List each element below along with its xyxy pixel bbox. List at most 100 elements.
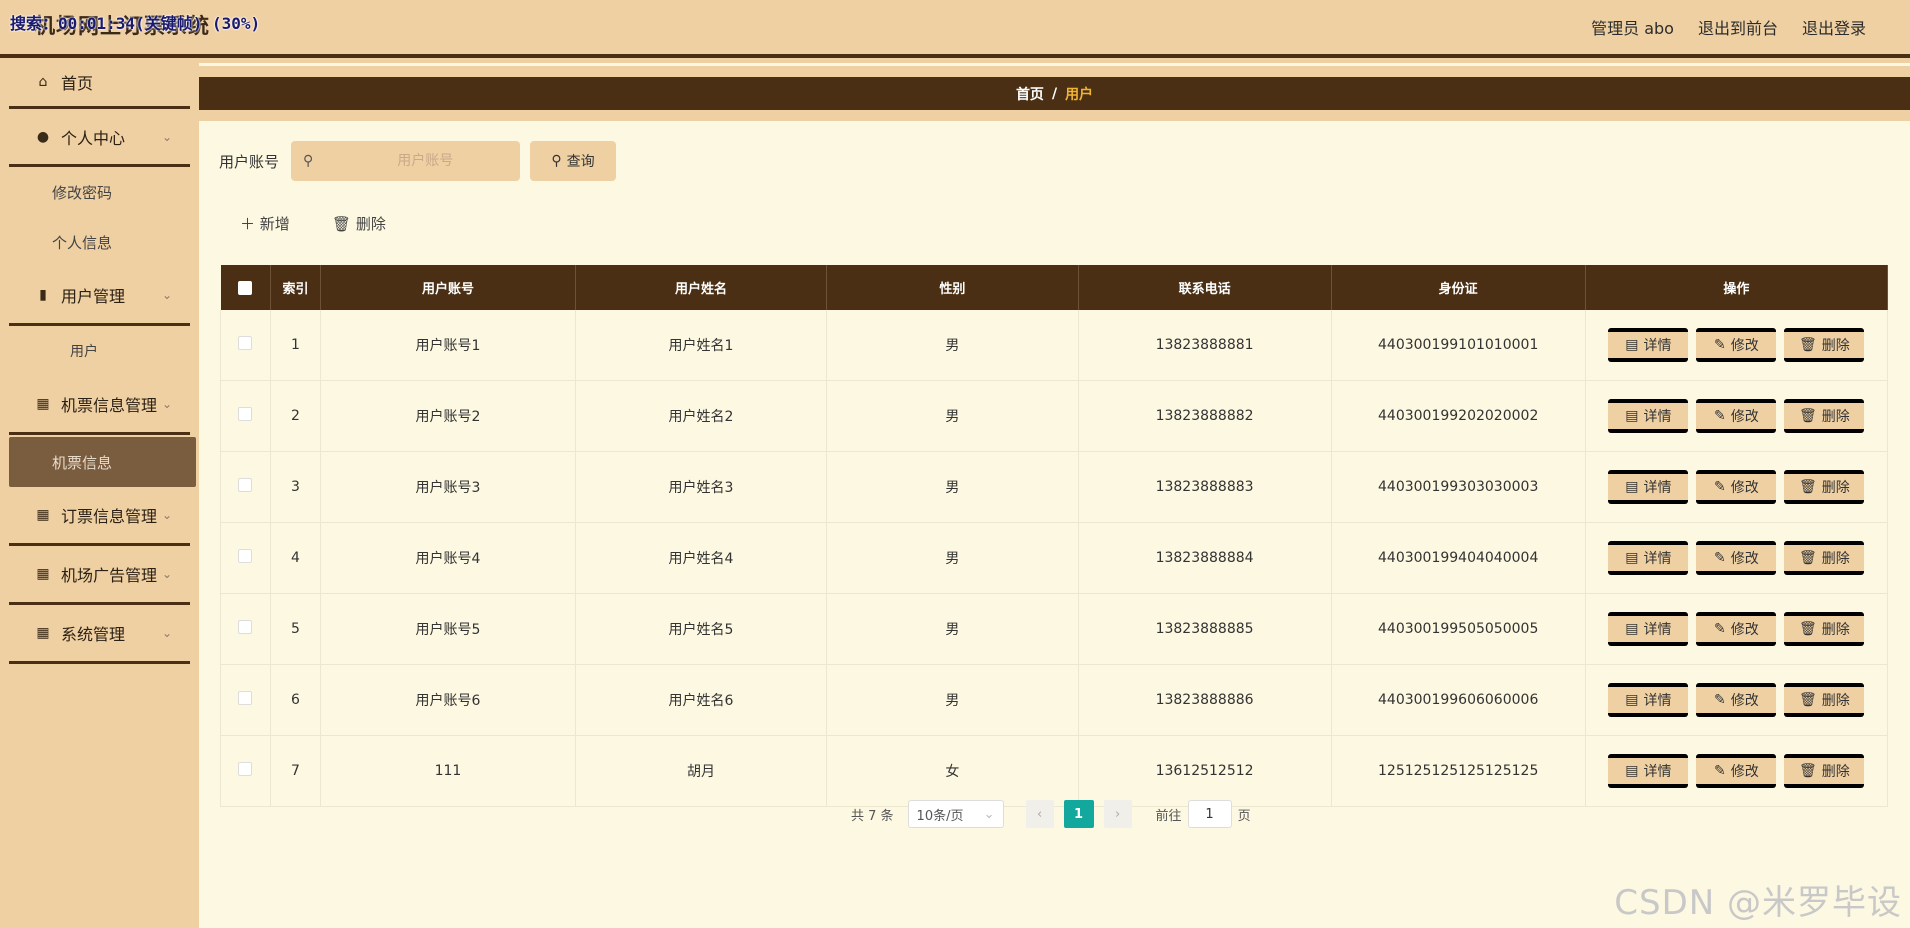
pencil-icon: ✎ <box>1714 550 1726 566</box>
detail-button[interactable]: ▤ 详情 <box>1608 683 1689 717</box>
header-name: 用户姓名 <box>575 265 828 310</box>
document-icon: ▤ <box>1625 763 1639 779</box>
cell-id-card: 440300199202020002 <box>1331 380 1586 452</box>
cell-phone: 13823888886 <box>1078 664 1332 736</box>
edit-button[interactable]: ✎ 修改 <box>1696 470 1777 504</box>
breadcrumb-home[interactable]: 首页 <box>1016 84 1044 104</box>
prev-page-button[interactable]: ‹ <box>1025 800 1054 828</box>
row-delete-button[interactable]: 🗑 删除 <box>1784 612 1865 646</box>
cell-id-card: 125125125125125125 <box>1331 735 1586 807</box>
row-select-cell[interactable] <box>220 593 271 665</box>
detail-button[interactable]: ▤ 详情 <box>1608 470 1689 504</box>
row-select-cell[interactable] <box>220 735 271 807</box>
edit-button[interactable]: ✎ 修改 <box>1696 541 1777 575</box>
detail-button[interactable]: ▤ 详情 <box>1608 328 1689 362</box>
query-button[interactable]: ⚲ 查询 <box>530 141 616 181</box>
delete-button-label: 删除 <box>1821 622 1850 638</box>
row-checkbox[interactable] <box>238 549 253 563</box>
sidebar-item-label: 首页 <box>61 74 94 93</box>
exit-to-front-link[interactable]: 退出到前台 <box>1698 15 1778 39</box>
cell-phone: 13823888881 <box>1078 310 1332 381</box>
add-button[interactable]: ＋ 新增 <box>240 213 290 234</box>
sidebar-item-personal[interactable]: ● 个人中心 ⌄ <box>9 106 190 167</box>
row-checkbox[interactable] <box>238 478 253 492</box>
page-size-select[interactable]: 10条/页 ⌄ <box>907 800 1004 828</box>
table-row: 3 用户账号3 用户姓名3 男 13823888883 44030019930303000… <box>220 451 1889 523</box>
delete-button-label: 删除 <box>1821 338 1850 354</box>
cell-gender: 男 <box>826 310 1079 381</box>
row-checkbox[interactable] <box>238 407 253 421</box>
row-checkbox[interactable] <box>238 336 253 350</box>
pencil-icon: ✎ <box>1714 408 1726 424</box>
detail-button[interactable]: ▤ 详情 <box>1608 754 1689 788</box>
sidebar-item-ticket-management[interactable]: ▦ 机票信息管理 ⌄ <box>9 376 190 435</box>
detail-button[interactable]: ▤ 详情 <box>1608 612 1689 646</box>
sidebar-item-label: 机票信息管理 <box>61 396 158 415</box>
next-page-button[interactable]: › <box>1103 800 1132 828</box>
row-delete-button[interactable]: 🗑 删除 <box>1784 683 1865 717</box>
row-delete-button[interactable]: 🗑 删除 <box>1784 754 1865 788</box>
chevron-down-icon: ⌄ <box>161 129 172 144</box>
delete-button[interactable]: 🗑 删除 <box>332 213 386 234</box>
cell-index: 6 <box>270 664 322 736</box>
sidebar-item-user-management[interactable]: ▮ 用户管理 ⌄ <box>9 267 190 326</box>
sidebar-item-change-password[interactable]: 修改密码 <box>0 167 199 217</box>
chevron-down-icon: ⌄ <box>161 288 172 302</box>
cell-name: 用户姓名5 <box>575 593 828 665</box>
edit-button[interactable]: ✎ 修改 <box>1696 683 1777 717</box>
cell-phone: 13823888885 <box>1078 593 1332 665</box>
select-all-checkbox[interactable] <box>238 280 253 295</box>
row-checkbox[interactable] <box>238 620 253 634</box>
row-checkbox[interactable] <box>238 762 253 776</box>
sidebar-item-user[interactable]: 用户 <box>0 326 199 376</box>
edit-button[interactable]: ✎ 修改 <box>1696 612 1777 646</box>
header-account: 用户账号 <box>320 265 576 310</box>
search-box: ⚲ <box>291 141 520 181</box>
cell-name: 用户姓名3 <box>575 451 828 523</box>
cell-gender: 男 <box>826 451 1079 523</box>
row-select-cell[interactable] <box>220 310 271 381</box>
edit-button[interactable]: ✎ 修改 <box>1696 754 1777 788</box>
query-button-label: 查询 <box>566 154 595 170</box>
sidebar-item-label: 修改密码 <box>52 183 113 202</box>
page-1-button[interactable]: 1 <box>1063 800 1094 828</box>
sidebar-item-ad-management[interactable]: ▦ 机场广告管理 ⌄ <box>9 546 190 605</box>
row-select-cell[interactable] <box>220 380 271 452</box>
row-select-cell[interactable] <box>220 451 271 523</box>
row-checkbox[interactable] <box>238 691 253 705</box>
sidebar-item-personal-info[interactable]: 个人信息 <box>0 217 199 267</box>
cell-phone: 13823888882 <box>1078 380 1332 452</box>
watermark: CSDN @米罗毕设 <box>1614 883 1902 923</box>
cell-index: 2 <box>270 380 322 452</box>
breadcrumb: 首页 / 用户 <box>199 77 1910 110</box>
home-icon: ⌂ <box>38 74 48 90</box>
table-row: 4 用户账号4 用户姓名4 男 13823888884 44030019940404000… <box>220 522 1889 594</box>
edit-button[interactable]: ✎ 修改 <box>1696 399 1777 433</box>
sidebar-item-booking-management[interactable]: ▦ 订票信息管理 ⌄ <box>9 487 190 546</box>
chevron-down-icon: ⌄ <box>161 567 172 581</box>
row-delete-button[interactable]: 🗑 删除 <box>1784 470 1865 504</box>
table-row: 7 111 胡月女 13612512512 125125125125125125 ▤ 详情 ✎… <box>220 735 1889 807</box>
logout-link[interactable]: 退出登录 <box>1802 15 1866 39</box>
cell-ops: ▤ 详情 ✎ 修改 🗑 删除 <box>1585 593 1889 665</box>
bar-chart-icon: ▮ <box>39 287 47 303</box>
edit-button[interactable]: ✎ 修改 <box>1696 328 1777 362</box>
row-delete-button[interactable]: 🗑 删除 <box>1784 399 1865 433</box>
sidebar-item-home[interactable]: ⌂ 首页 <box>9 58 190 106</box>
goto-page-input[interactable] <box>1187 800 1232 828</box>
cell-index: 4 <box>270 522 322 594</box>
delete-button-label: 删除 <box>1821 551 1850 567</box>
row-delete-button[interactable]: 🗑 删除 <box>1784 541 1865 575</box>
detail-button-label: 详情 <box>1643 622 1672 638</box>
select-all-header[interactable] <box>220 265 271 310</box>
cell-ops: ▤ 详情 ✎ 修改 🗑 删除 <box>1585 522 1889 594</box>
search-input[interactable] <box>333 152 518 170</box>
sidebar-item-ticket-info[interactable]: 机票信息 <box>9 437 196 487</box>
row-select-cell[interactable] <box>220 664 271 736</box>
cell-account: 111 <box>320 735 576 807</box>
row-delete-button[interactable]: 🗑 删除 <box>1784 328 1865 362</box>
detail-button[interactable]: ▤ 详情 <box>1608 541 1689 575</box>
detail-button[interactable]: ▤ 详情 <box>1608 399 1689 433</box>
row-select-cell[interactable] <box>220 522 271 594</box>
sidebar-item-system-management[interactable]: ▦ 系统管理 ⌄ <box>9 605 190 664</box>
